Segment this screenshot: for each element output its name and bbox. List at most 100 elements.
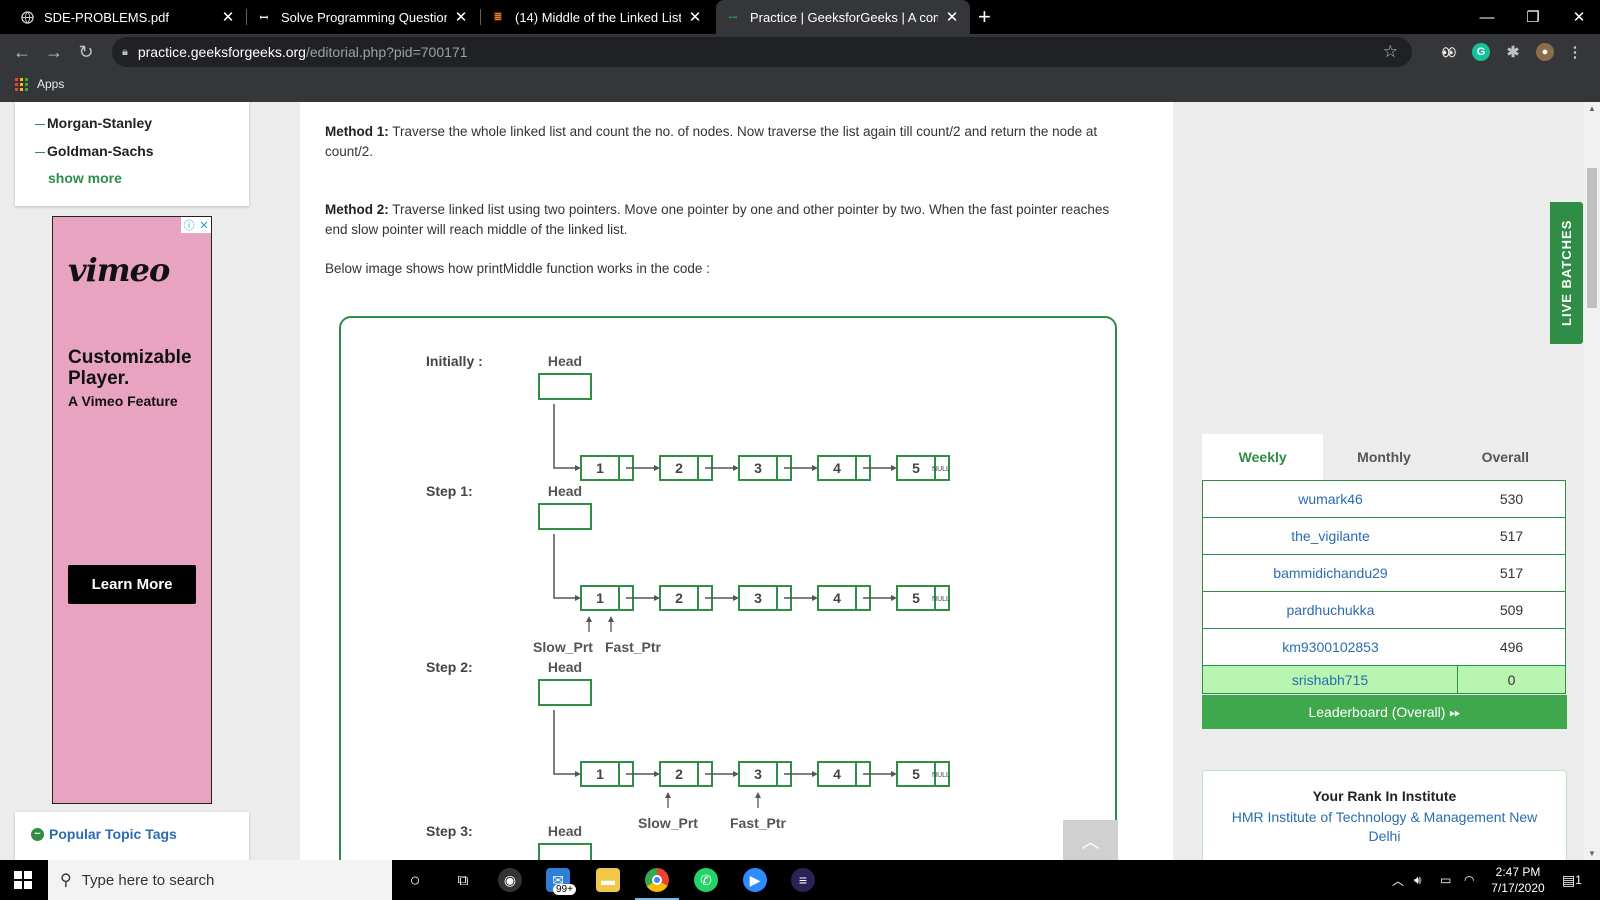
page-scrollbar[interactable]: ▲ ▼ xyxy=(1584,102,1600,860)
leaderboard-user[interactable]: wumark46 xyxy=(1203,491,1458,507)
url-host: practice.geeksforgeeks.org xyxy=(137,44,306,60)
close-tab-icon[interactable]: ✕ xyxy=(220,8,236,26)
slow-pointer-arrow-head xyxy=(586,616,592,622)
leaderboard-user[interactable]: pardhuchukka xyxy=(1203,602,1458,618)
diagram-svg: Initially : Head 1 2 3 4 5 NULL Step 1: Head 1 2 3 4 5… xyxy=(426,353,950,860)
show-hidden-icons[interactable]: ︿ xyxy=(1392,860,1404,900)
leaderboard-overall-button[interactable]: Leaderboard (Overall) ⏩︎ xyxy=(1202,695,1567,729)
scroll-up-arrow[interactable]: ▲ xyxy=(1584,104,1600,113)
vimeo-ad[interactable]: ⓘ ✕ vimeo Customizable Player. A Vimeo Fe… xyxy=(52,216,212,804)
windows-start-icon[interactable] xyxy=(14,871,32,889)
battery-icon[interactable]: ▭ xyxy=(1440,860,1451,900)
step-label: Step 3: xyxy=(426,823,473,839)
minimize-button[interactable]: — xyxy=(1464,0,1510,34)
whatsapp-icon[interactable]: ✆ xyxy=(694,868,718,892)
live-batches-tab[interactable]: LIVE BATCHES xyxy=(1550,202,1583,344)
file-explorer-icon[interactable]: ▬ xyxy=(596,868,620,892)
leaderboard-user[interactable]: bammidichandu29 xyxy=(1203,565,1458,581)
leaderboard-tabs: Weekly Monthly Overall xyxy=(1202,434,1566,480)
new-tab-button[interactable]: + xyxy=(978,4,991,30)
address-bar[interactable]: 🔒︎ practice.geeksforgeeks.org/editorial.… xyxy=(112,37,1412,67)
tab-weekly[interactable]: Weekly xyxy=(1202,434,1324,480)
ad-choices-icon[interactable]: ⓘ ✕ xyxy=(181,217,211,233)
close-tab-icon[interactable]: ✕ xyxy=(944,8,960,26)
vimeo-logo: vimeo xyxy=(68,251,170,289)
extensions-puzzle-icon[interactable]: ✱ xyxy=(1504,43,1522,61)
notifications-icon[interactable]: ▤ 1 xyxy=(1562,860,1582,900)
learn-more-button[interactable]: Learn More xyxy=(68,565,196,604)
company-tag-goldman-sachs[interactable]: Goldman-Sachs xyxy=(35,143,154,159)
popular-tags-header[interactable]: − Popular Topic Tags xyxy=(31,826,177,842)
close-tab-icon[interactable]: ✕ xyxy=(687,8,703,26)
method1-paragraph: Method 1: Traverse the whole linked list… xyxy=(325,122,1125,162)
fast-forward-icon: ⏩︎ xyxy=(1449,703,1461,720)
head-box xyxy=(538,679,592,706)
tab-practice-gfg[interactable]: ꟷ Practice | GeeksforGeeks | A comp ✕ xyxy=(716,0,970,34)
clock[interactable]: 2:47 PM 7/17/2020 xyxy=(1480,864,1556,896)
task-view-icon[interactable]: ⧉ xyxy=(451,868,475,892)
ad-subhead: A Vimeo Feature xyxy=(68,393,178,409)
fast-pointer-label: Fast_Ptr xyxy=(730,815,787,831)
linked-list-diagram: Initially : Head 1 2 3 4 5 NULL Step 1: Head 1 2 3 4 5… xyxy=(339,316,1117,860)
node-value: 2 xyxy=(675,460,683,476)
tab-overall[interactable]: Overall xyxy=(1445,434,1566,480)
grammarly-icon[interactable]: G xyxy=(1472,43,1490,61)
wifi-icon[interactable]: ◠ xyxy=(1464,860,1474,900)
menu-kebab-icon[interactable]: ⋮ xyxy=(1566,43,1584,61)
minus-circle-icon: − xyxy=(31,827,44,841)
close-tab-icon[interactable]: ✕ xyxy=(453,8,469,26)
current-user-name[interactable]: srishabh715 xyxy=(1203,666,1458,693)
extension-eyes-icon[interactable]: 👀︎ xyxy=(1440,43,1458,61)
zoom-icon[interactable]: ▶ xyxy=(743,868,767,892)
node-value: 3 xyxy=(754,766,762,782)
apps-bookmark[interactable]: Apps xyxy=(15,77,64,91)
head-label: Head xyxy=(548,659,582,675)
show-more-link[interactable]: show more xyxy=(48,170,122,186)
tab-solve-programming[interactable]: ꟷ Solve Programming Questions | ✕ xyxy=(247,0,479,34)
search-icon: ⚲ xyxy=(60,872,72,889)
institute-name[interactable]: HMR Institute of Technology & Management… xyxy=(1223,808,1546,846)
slow-pointer-label: Slow_Prt xyxy=(638,815,698,831)
head-pointer-line xyxy=(553,534,577,599)
apps-label: Apps xyxy=(37,77,65,91)
leaderboard-user[interactable]: the_vigilante xyxy=(1203,528,1458,544)
node-value: 3 xyxy=(754,460,762,476)
reload-button[interactable]: ↻ xyxy=(74,40,98,64)
tab-monthly[interactable]: Monthly xyxy=(1323,434,1444,480)
restore-button[interactable]: ❐ xyxy=(1510,0,1556,34)
null-label: NULL xyxy=(932,772,950,779)
scroll-to-top-button[interactable]: ︿ xyxy=(1063,820,1118,860)
bookmark-star-icon[interactable]: ☆ xyxy=(1383,42,1398,62)
method2-paragraph: Method 2: Traverse linked list using two… xyxy=(325,200,1125,240)
stack-icon: ≣ xyxy=(493,11,503,23)
node-value: 2 xyxy=(675,766,683,782)
forward-button[interactable]: → xyxy=(42,40,66,64)
node-value: 5 xyxy=(912,460,920,476)
page-viewport: Morgan-Stanley Goldman-Sachs show more ⓘ… xyxy=(0,102,1600,860)
cortana-icon[interactable]: ○ xyxy=(403,868,427,892)
close-window-button[interactable]: ✕ xyxy=(1556,0,1600,34)
table-row: the_vigilante 517 xyxy=(1203,518,1565,555)
rank-title: Your Rank In Institute xyxy=(1312,788,1457,804)
chrome-icon[interactable] xyxy=(635,868,679,900)
volume-icon[interactable]: 🔊︎ xyxy=(1414,860,1422,900)
taskbar-search[interactable]: ⚲ Type here to search xyxy=(48,860,392,900)
leaderboard-user[interactable]: km9300102853 xyxy=(1203,639,1458,655)
popular-tags-card: − Popular Topic Tags xyxy=(15,812,249,860)
scrollbar-thumb[interactable] xyxy=(1587,168,1597,308)
profile-avatar[interactable]: ● xyxy=(1536,43,1554,61)
lock-icon: 🔒︎ xyxy=(122,45,128,58)
eclipse-icon[interactable]: ≡ xyxy=(791,868,815,892)
scroll-down-arrow[interactable]: ▼ xyxy=(1584,849,1600,858)
company-tag-morgan-stanley[interactable]: Morgan-Stanley xyxy=(35,115,152,131)
method1-label: Method 1: xyxy=(325,124,389,139)
node-value: 2 xyxy=(675,590,683,606)
media-player-icon[interactable]: ◉ xyxy=(498,868,522,892)
back-button[interactable]: ← xyxy=(10,40,34,64)
node-value: 4 xyxy=(833,590,841,606)
tab-middle-linked-list[interactable]: ≣ (14) Middle of the Linked List - L ✕ xyxy=(481,0,713,34)
tab-title: SDE-PROBLEMS.pdf xyxy=(44,9,169,25)
node-value: 5 xyxy=(912,590,920,606)
tab-sde-problems[interactable]: SDE-PROBLEMS.pdf ✕ xyxy=(10,0,246,34)
current-user-row: srishabh715 0 xyxy=(1203,666,1565,693)
